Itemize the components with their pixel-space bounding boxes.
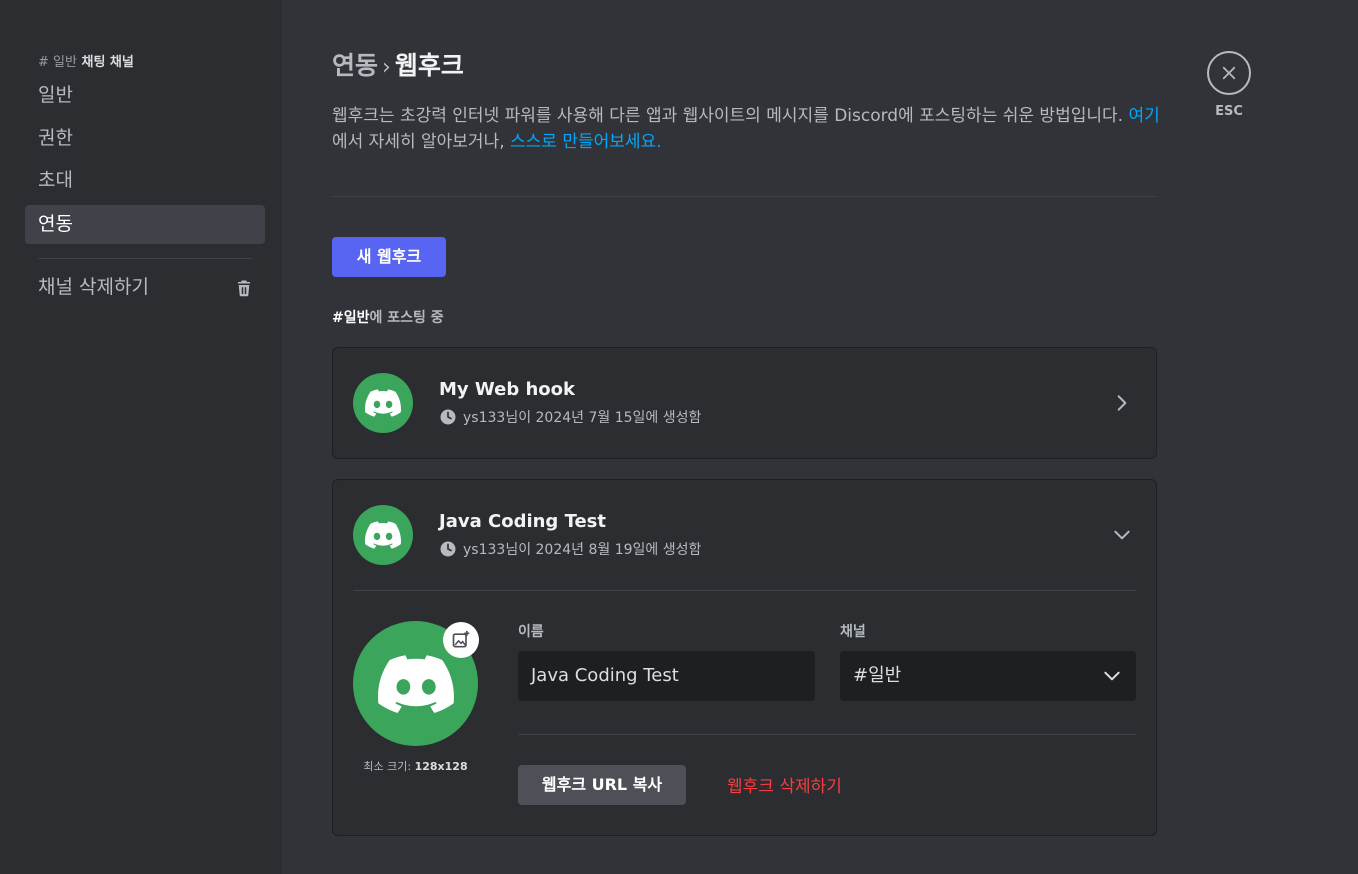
sidebar-item-invites[interactable]: 초대 [25,161,265,200]
clock-icon [440,409,456,425]
webhook-creator: ys133 [463,542,506,558]
webhook-created-date: 님이 2024년 7월 15일에 생성함 [505,410,702,426]
settings-sidebar: # 일반 채팅 채널 일반 권한 초대 연동 채널 삭제하기 [0,0,282,874]
posting-in-label: #일반에 포스팅 중 [332,307,444,327]
channel-select-value: #일반 [853,665,902,686]
upload-image-button[interactable] [443,622,479,658]
sidebar-item-delete-channel[interactable]: 채널 삭제하기 [25,268,265,307]
learn-more-link[interactable]: 여기 [1128,106,1159,126]
webhook-created-meta: ys133님이 2024년 7월 15일에 생성함 [439,407,701,427]
sidebar-item-permissions[interactable]: 권한 [25,119,265,158]
description-text: 웹후크는 초강력 인터넷 파워를 사용해 다른 앱과 웹사이트의 메시지를 Di… [332,106,1129,126]
webhook-card-expanded: Java Coding Test ys133님이 2024년 8월 19일에 생… [332,479,1157,836]
min-size-hint: 최소 크기: 128x128 [353,758,478,774]
webhook-created-meta: ys133님이 2024년 8월 19일에 생성함 [439,539,701,559]
sidebar-header: # 일반 채팅 채널 [38,51,134,70]
new-webhook-button[interactable]: 새 웹후크 [332,237,446,277]
posting-channel: #일반 [332,310,370,326]
trash-icon [238,280,250,297]
webhook-created-date: 님이 2024년 8월 19일에 생성함 [505,542,702,558]
sidebar-item-integrations[interactable]: 연동 [25,205,265,244]
webhook-name: My Web hook [439,379,576,400]
build-your-own-link[interactable]: 스스로 만들어보세요. [510,132,662,152]
settings-content: 연동 › 웹후크 웹후크는 초강력 인터넷 파워를 사용해 다른 앱과 웹사이트의 … [282,0,1358,874]
breadcrumb-parent[interactable]: 연동 [332,51,378,80]
webhook-avatar [353,505,413,565]
webhook-card[interactable]: My Web hook ys133님이 2024년 7월 15일에 생성함 [332,347,1157,459]
sidebar-header-channel: # 일반 [38,55,77,70]
page-title: 웹후크 [394,51,464,80]
posting-suffix: 에 포스팅 중 [369,310,444,326]
breadcrumb: 연동 › 웹후크 [332,46,464,82]
editor-divider [518,734,1136,735]
divider [332,196,1157,197]
name-field-label: 이름 [518,624,544,640]
min-size-label: 최소 크기: [363,760,415,773]
webhook-name: Java Coding Test [439,511,607,532]
description-text-middle: 에서 자세히 알아보거나, [332,132,511,152]
channel-field-label: 채널 [840,624,866,640]
close-button[interactable] [1207,51,1251,95]
webhook-description: 웹후크는 초강력 인터넷 파워를 사용해 다른 앱과 웹사이트의 메시지를 Di… [332,103,1162,155]
chevron-down-icon[interactable] [1112,525,1132,545]
discord-logo-icon [365,389,401,417]
card-divider [353,590,1136,591]
discord-logo-icon [377,654,454,713]
close-icon [1222,66,1236,80]
chevron-down-icon [1104,671,1120,681]
channel-select[interactable]: #일반 [840,651,1136,701]
clock-icon [440,541,456,557]
sidebar-header-label: 채팅 채널 [81,55,134,70]
breadcrumb-separator: › [382,55,391,80]
min-size-value: 128x128 [414,760,468,773]
sidebar-item-general[interactable]: 일반 [25,76,265,115]
chevron-right-icon[interactable] [1112,393,1132,413]
delete-webhook-button[interactable]: 웹후크 삭제하기 [727,772,842,797]
webhook-name-input[interactable]: Java Coding Test [518,651,815,701]
webhook-avatar [353,373,413,433]
image-plus-icon [452,630,470,648]
webhook-creator: ys133 [463,410,506,426]
close-settings[interactable]: ESC [1207,51,1251,119]
discord-logo-icon [365,521,401,549]
sidebar-divider [38,258,252,259]
copy-webhook-url-button[interactable]: 웹후크 URL 복사 [518,765,686,805]
esc-label: ESC [1215,104,1243,119]
delete-channel-label: 채널 삭제하기 [38,276,149,298]
